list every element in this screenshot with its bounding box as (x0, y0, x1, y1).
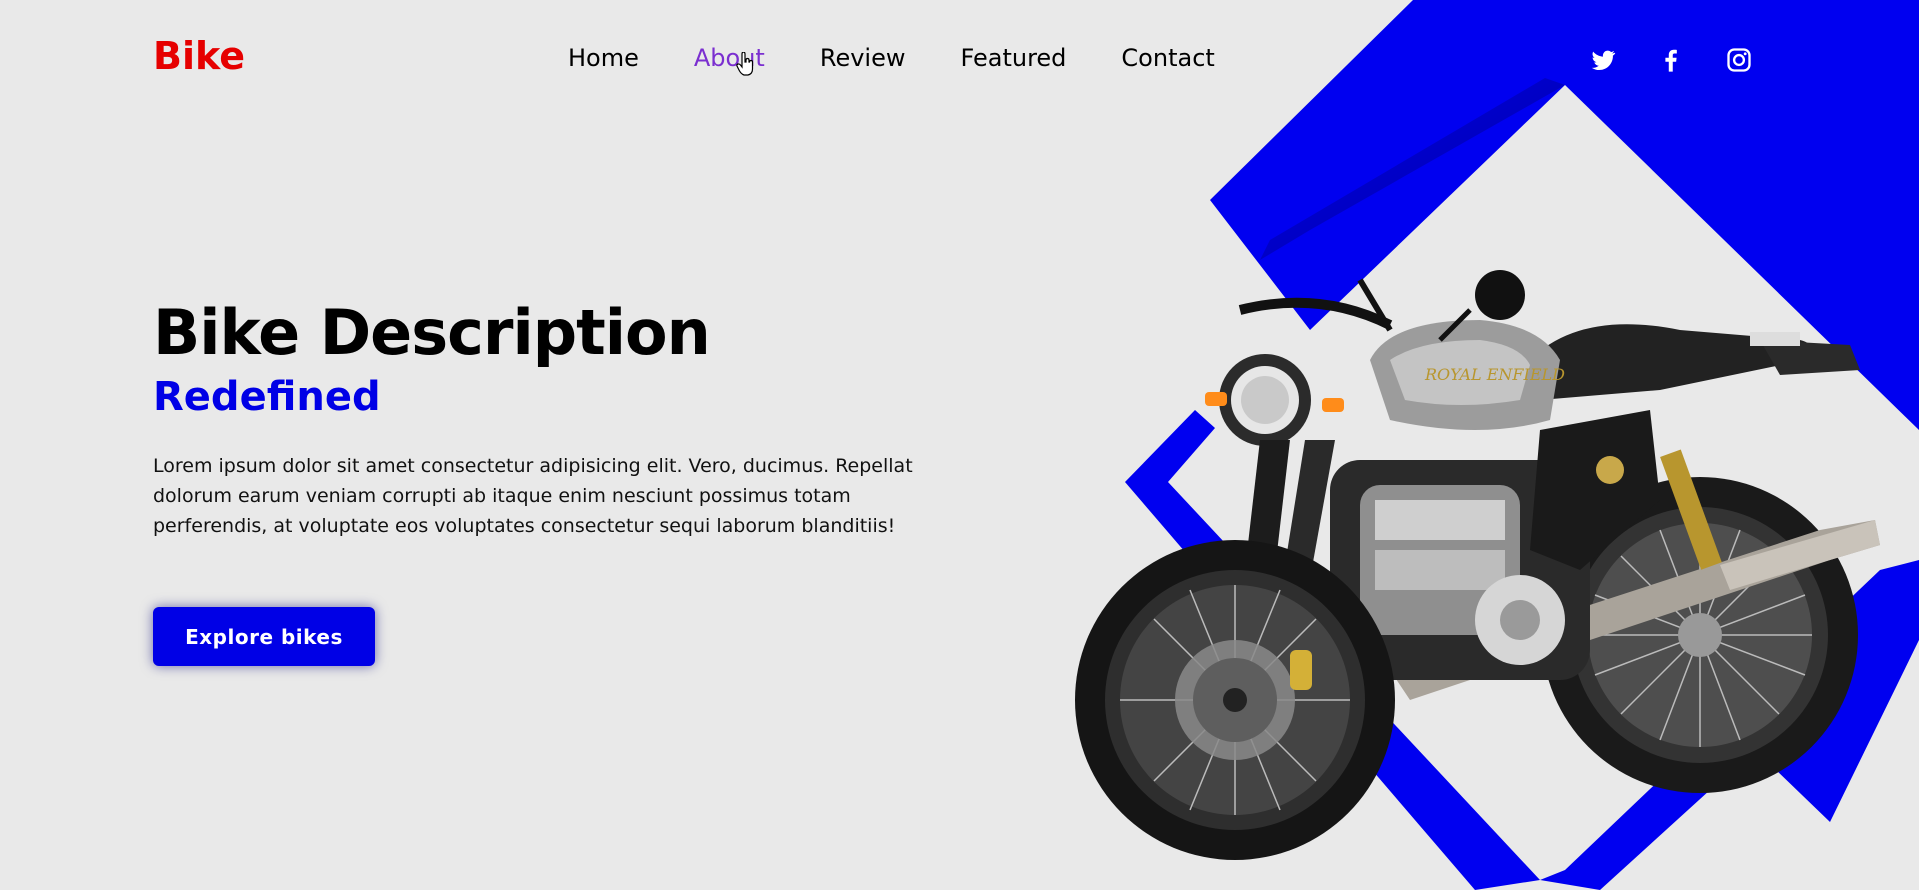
twitter-icon[interactable] (1589, 46, 1617, 74)
nav-about[interactable]: About (694, 44, 765, 72)
hero-title: Bike Description (153, 296, 711, 369)
front-wheel (1075, 540, 1395, 860)
nav-home[interactable]: Home (568, 44, 639, 72)
motorcycle-image: ROYAL ENFIELD (1075, 270, 1880, 860)
hand-cursor-icon (736, 52, 754, 76)
main-nav: Home About Review Featured Contact (568, 44, 1215, 72)
social-links (1589, 46, 1753, 74)
hero-description: Lorem ipsum dolor sit amet consectetur a… (153, 455, 913, 537)
hero-subtitle: Redefined (153, 374, 381, 420)
instagram-icon[interactable] (1725, 46, 1753, 74)
tank-emblem: ROYAL ENFIELD (1424, 365, 1565, 384)
nav-contact[interactable]: Contact (1121, 44, 1214, 72)
brand-logo[interactable]: Bike (153, 34, 245, 78)
headlight (1219, 354, 1311, 446)
facebook-icon[interactable] (1657, 46, 1685, 74)
nav-review[interactable]: Review (820, 44, 906, 72)
nav-featured[interactable]: Featured (960, 44, 1066, 72)
explore-bikes-button[interactable]: Explore bikes (153, 607, 375, 666)
